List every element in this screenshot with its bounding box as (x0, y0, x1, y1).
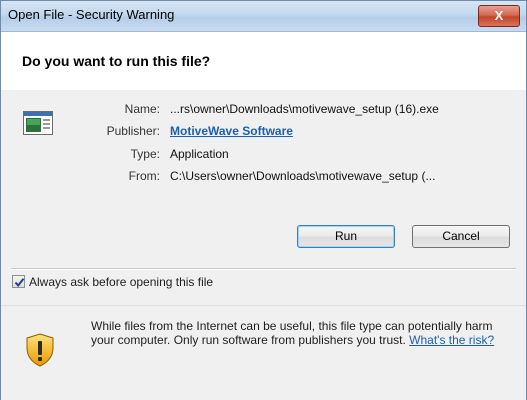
cancel-button[interactable]: Cancel (412, 225, 510, 248)
name-row: Name: ...rs\owner\Downloads\motivewave_s… (1, 102, 521, 122)
security-warning-dialog: Open File - Security Warning X Do you wa… (0, 0, 527, 400)
warning-shield-icon (26, 333, 54, 367)
from-value: C:\Users\owner\Downloads\motivewave_setu… (170, 169, 436, 183)
run-button[interactable]: Run (297, 225, 395, 248)
always-ask-checkbox[interactable] (12, 275, 25, 288)
name-label: Name: (124, 102, 160, 116)
type-row: Type: Application (1, 147, 521, 167)
from-row: From: C:\Users\owner\Downloads\motivewav… (1, 169, 521, 189)
window-title: Open File - Security Warning (8, 7, 175, 22)
type-value: Application (170, 147, 229, 161)
whats-the-risk-link[interactable]: What's the risk? (409, 333, 494, 347)
close-icon: X (494, 8, 504, 23)
from-label: From: (128, 169, 160, 183)
type-label: Type: (130, 147, 160, 161)
publisher-link[interactable]: MotiveWave Software (170, 124, 293, 138)
warning-message: While files from the Internet can be use… (91, 319, 501, 347)
name-value: ...rs\owner\Downloads\motivewave_setup (… (170, 102, 439, 116)
always-ask-label[interactable]: Always ask before opening this file (29, 275, 213, 289)
file-details-panel: Name: ...rs\owner\Downloads\motivewave_s… (1, 90, 526, 270)
publisher-label: Publisher: (106, 124, 160, 138)
close-button[interactable]: X (478, 5, 520, 27)
warning-panel: While files from the Internet can be use… (1, 305, 526, 400)
dialog-header: Do you want to run this file? (1, 32, 526, 90)
separator (11, 268, 516, 270)
checkmark-icon (14, 278, 25, 288)
title-bar[interactable]: Open File - Security Warning X (1, 1, 526, 32)
dialog-question: Do you want to run this file? (22, 53, 211, 69)
publisher-row: Publisher: MotiveWave Software (1, 124, 521, 144)
